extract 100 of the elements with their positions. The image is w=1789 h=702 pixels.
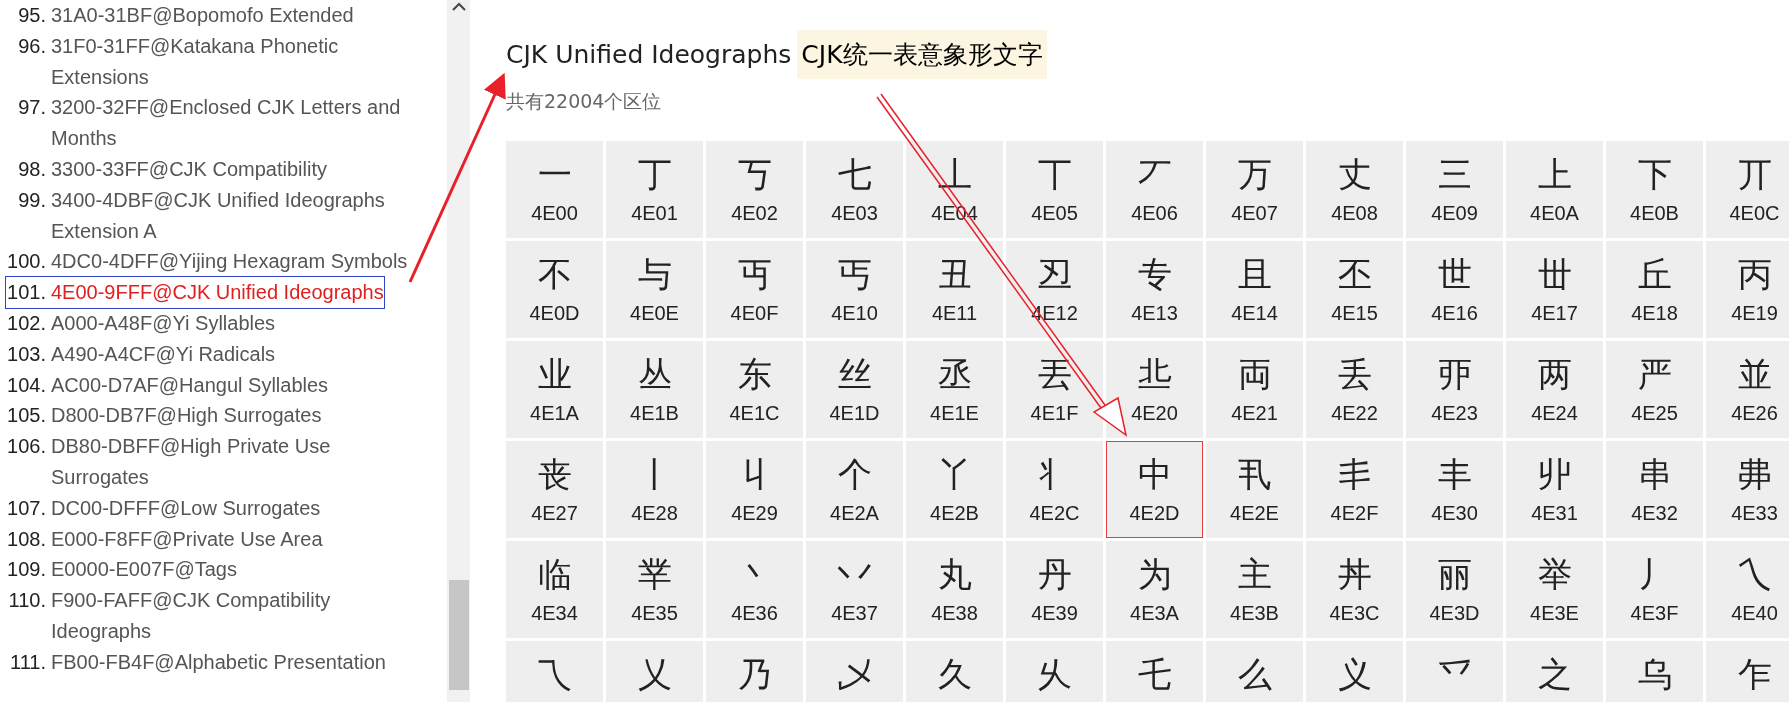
glyph-cell[interactable]: 不 4E0D [506,241,603,338]
glyph-cell[interactable]: 乂 [606,641,703,702]
glyph-cell[interactable]: 两 4E24 [1506,341,1603,438]
glyph-cell[interactable]: 东 4E1C [706,341,803,438]
glyph-cell[interactable]: 丘 4E18 [1606,241,1703,338]
glyph-cell[interactable]: 乇 [1106,641,1203,702]
glyph-cell[interactable]: 丷 4E37 [806,541,903,638]
glyph-cell[interactable]: 乍 [1706,641,1789,702]
scrollbar[interactable] [447,0,470,702]
sidebar-item[interactable]: 99. 3400-4DBF@CJK Unified Ideographs Extension A [6,184,421,247]
glyph-cell[interactable]: 丆 4E06 [1106,141,1203,238]
glyph-cell[interactable]: 丰 4E30 [1406,441,1503,538]
scroll-up-icon[interactable] [450,2,467,12]
glyph-cell[interactable]: 丈 4E08 [1306,141,1403,238]
glyph-cell[interactable]: 丑 4E11 [906,241,1003,338]
scrollbar-thumb[interactable] [448,580,469,690]
sidebar-item[interactable]: 102. A000-A48F@Yi Syllables [6,307,276,339]
glyph-cell[interactable]: 丟 4E1F [1006,341,1103,438]
glyph-cell[interactable]: 丸 4E38 [906,541,1003,638]
glyph-cell[interactable]: 丠 4E20 [1106,341,1203,438]
sidebar-item[interactable]: 98. 3300-33FF@CJK Compatibility [6,154,327,185]
code-point: 4E2E [1230,502,1279,525]
glyph-cell[interactable]: 丱 4E31 [1506,441,1603,538]
glyph-cell[interactable]: 且 4E14 [1206,241,1303,338]
sidebar-item[interactable]: 96. 31F0-31FF@Katakana Phonetic Extensions [6,30,421,93]
glyph-cell[interactable]: 丣 4E23 [1406,341,1503,438]
glyph-cell[interactable]: 丵 4E35 [606,541,703,638]
glyph-cell[interactable]: 之 [1506,641,1603,702]
glyph-cell[interactable]: 丢 4E22 [1306,341,1403,438]
glyph-cell[interactable]: 丌 4E0C [1706,141,1789,238]
sidebar-item[interactable]: 100. 4DC0-4DFF@Yijing Hexagram Symbols [6,246,408,278]
glyph-cell[interactable]: 丞 4E1E [906,341,1003,438]
sidebar-item[interactable]: 101. 4E00-9FFF@CJK Unified Ideographs [6,277,384,308]
glyph-cell[interactable]: 丏 4E0F [706,241,803,338]
sidebar-item[interactable]: 107. DC00-DFFF@Low Surrogates [6,492,321,524]
glyph-cell[interactable]: 並 4E26 [1706,341,1789,438]
title-highlight: CJK统一表意象形文字 [797,30,1047,79]
glyph-cell[interactable]: 丿 4E3F [1606,541,1703,638]
glyph-cell[interactable]: 乁 [506,641,603,702]
glyph-cell[interactable]: 一 4E00 [506,141,603,238]
glyph-cell[interactable]: 世 4E16 [1406,241,1503,338]
sidebar-item[interactable]: 108. E000-F8FF@Private Use Area [6,523,323,555]
glyph-cell[interactable]: 丯 4E2F [1306,441,1403,538]
glyph-cell[interactable]: 乃 [706,641,803,702]
glyph-cell[interactable]: 乀 4E40 [1706,541,1789,638]
glyph-cell[interactable]: 个 4E2A [806,441,903,538]
glyph-cell[interactable]: 両 4E21 [1206,341,1303,438]
glyph-cell[interactable]: 丮 4E2E [1206,441,1303,538]
glyph-cell[interactable]: 丧 4E27 [506,441,603,538]
sidebar-item[interactable]: 97. 3200-32FF@Enclosed CJK Letters and Months [6,92,421,154]
sidebar-item[interactable]: 95. 31A0-31BF@Bopomofo Extended [6,0,354,31]
item-number: 97. [17,95,47,121]
glyph-cell[interactable]: 丽 4E3D [1406,541,1503,638]
glyph-cell[interactable]: 主 4E3B [1206,541,1303,638]
glyph-cell[interactable]: 专 4E13 [1106,241,1203,338]
sidebar-item[interactable]: 110. F900-FAFF@CJK Compatibility Ideographs [6,585,421,647]
glyph-cell[interactable]: 与 4E0E [606,241,703,338]
glyph-cell[interactable]: 乊 [1406,641,1503,702]
glyph-cell[interactable]: 为 4E3A [1106,541,1203,638]
glyph-cell[interactable]: 丗 4E17 [1506,241,1603,338]
glyph-cell[interactable]: 么 [1206,641,1303,702]
glyph-cell[interactable]: 丛 4E1B [606,341,703,438]
sidebar-item[interactable]: 111. FB00-FB4F@Alphabetic Presentation [6,646,386,678]
glyph-cell[interactable]: 丁 4E01 [606,141,703,238]
glyph-cell[interactable]: 乆 [1006,641,1103,702]
sidebar-item[interactable]: 109. E0000-E007F@Tags [6,554,237,586]
sidebar-item[interactable]: 104. AC00-D7AF@Hangul Syllables [6,369,329,401]
code-point: 4E16 [1431,302,1478,325]
glyph-cell[interactable]: 丬 4E2C [1006,441,1103,538]
glyph-cell[interactable]: 丂 4E02 [706,141,803,238]
glyph-cell[interactable]: 丐 4E10 [806,241,903,338]
sidebar-item[interactable]: 103. A490-A4CF@Yi Radicals [6,338,276,370]
glyph-cell[interactable]: 丕 4E15 [1306,241,1403,338]
glyph-cell[interactable]: 丅 4E05 [1006,141,1103,238]
glyph-cell[interactable]: 丹 4E39 [1006,541,1103,638]
glyph-cell[interactable]: 中 4E2D [1106,441,1203,538]
glyph-cell[interactable]: 三 4E09 [1406,141,1503,238]
glyph-cell[interactable]: 七 4E03 [806,141,903,238]
glyph-cell[interactable]: 业 4E1A [506,341,603,438]
glyph-cell[interactable]: 上 4E0A [1506,141,1603,238]
glyph-cell[interactable]: 串 4E32 [1606,441,1703,538]
glyph-cell[interactable]: 丨 4E28 [606,441,703,538]
glyph-cell[interactable]: 丼 4E3C [1306,541,1403,638]
sidebar-item[interactable]: 106. DB80-DBFF@High Private Use Surrogates [6,431,421,493]
glyph-cell[interactable]: 丫 4E2B [906,441,1003,538]
glyph-cell[interactable]: 义 [1306,641,1403,702]
glyph-cell[interactable]: 丙 4E19 [1706,241,1789,338]
glyph-cell[interactable]: 丝 4E1D [806,341,903,438]
glyph-cell[interactable]: 万 4E07 [1206,141,1303,238]
glyph-cell[interactable]: 乄 [806,641,903,702]
glyph-cell[interactable]: 下 4E0B [1606,141,1703,238]
glyph-cell[interactable]: 丶 4E36 [706,541,803,638]
sidebar-item[interactable]: 105. D800-DB7F@High Surrogates [6,400,322,432]
glyph-cell[interactable]: 丳 4E33 [1706,441,1789,538]
glyph-cell[interactable]: 丩 4E29 [706,441,803,538]
glyph-cell[interactable]: 严 4E25 [1606,341,1703,438]
glyph-cell[interactable]: 临 4E34 [506,541,603,638]
glyph-cell[interactable]: 久 [906,641,1003,702]
glyph-cell[interactable]: 乌 [1606,641,1703,702]
glyph-cell[interactable]: 举 4E3E [1506,541,1603,638]
